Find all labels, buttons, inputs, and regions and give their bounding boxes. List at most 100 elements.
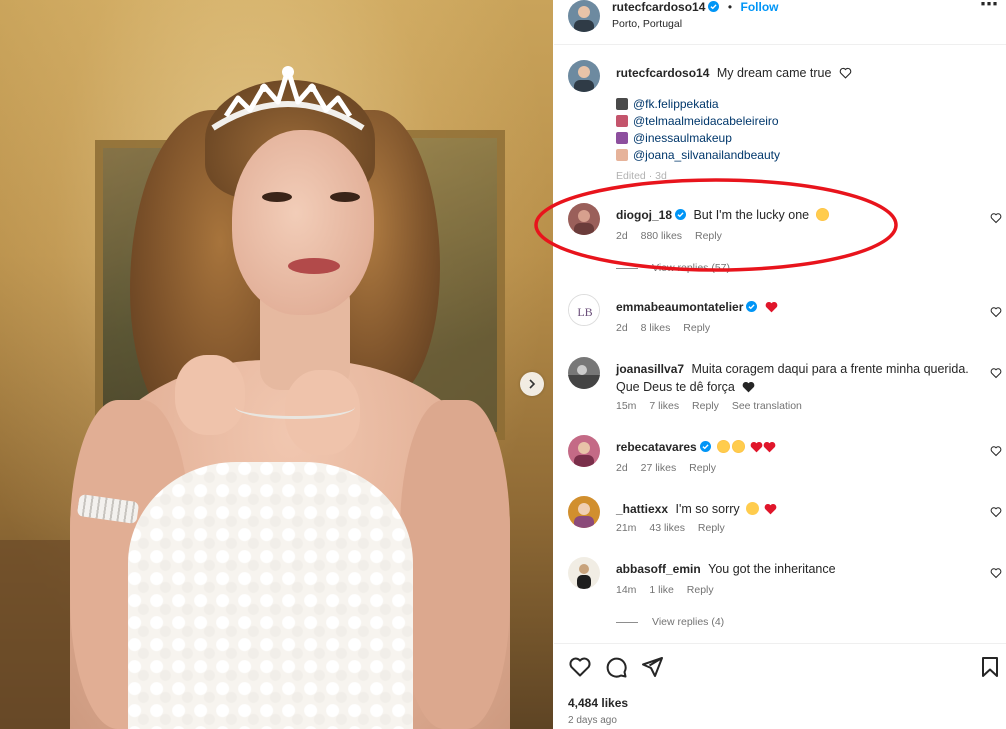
reply-button[interactable]: Reply	[683, 322, 710, 334]
header-username[interactable]: rutecfcardoso14	[612, 0, 705, 14]
view-replies-label[interactable]: View replies (4)	[652, 616, 724, 628]
caption-tag-3[interactable]: @inessaulmakeup	[616, 131, 732, 145]
comment-avatar[interactable]	[568, 357, 600, 389]
replies-line	[616, 621, 638, 623]
comment-text-line2: Que Deus te dê força	[616, 380, 735, 394]
photo-eye-left	[262, 192, 292, 202]
next-arrow-icon	[529, 379, 536, 389]
bookmark-icon[interactable]	[978, 655, 1002, 679]
like-comment-heart-icon[interactable]	[990, 445, 1002, 457]
comment-meta: 21m 43 likes Reply	[616, 522, 735, 534]
comment-username[interactable]: rebecatavares	[616, 440, 697, 454]
caption-avatar[interactable]	[568, 60, 600, 92]
tag-text[interactable]: @inessaulmakeup	[633, 131, 732, 145]
comment-likes[interactable]: 8 likes	[641, 322, 671, 334]
caption-line: rutecfcardoso14 My dream came true	[616, 64, 852, 82]
like-comment-heart-icon[interactable]	[990, 367, 1002, 379]
like-comment-heart-icon[interactable]	[990, 212, 1002, 224]
red-heart-emoji-icon	[764, 503, 776, 515]
like-count[interactable]: 4,484 likes	[568, 696, 628, 710]
caption-tag-4[interactable]: @joana_silvanailandbeauty	[616, 148, 780, 162]
comment-likes[interactable]: 1 like	[649, 584, 674, 596]
reply-button[interactable]: Reply	[687, 584, 714, 596]
caption-text: My dream came true	[716, 66, 832, 80]
comment-avatar[interactable]: LB	[568, 294, 600, 326]
camera-emoji-icon	[616, 98, 628, 110]
replies-line	[616, 267, 638, 269]
comment-username[interactable]: diogoj_18	[616, 208, 672, 222]
reply-button[interactable]: Reply	[692, 400, 719, 412]
tag-text[interactable]: @telmaalmeidacabeleireiro	[633, 114, 779, 128]
more-icon[interactable]: ⋯	[980, 0, 998, 15]
comment-avatar[interactable]	[568, 557, 600, 589]
comment-avatar[interactable]	[568, 496, 600, 528]
follow-button[interactable]: Follow	[740, 0, 778, 14]
photo-eye-right	[330, 192, 360, 202]
comment-time: 2d	[616, 230, 628, 242]
caption-username[interactable]: rutecfcardoso14	[616, 66, 709, 80]
makeup-emoji-icon	[616, 132, 628, 144]
comment-avatar[interactable]	[568, 435, 600, 467]
post-time-ago: 2 days ago	[568, 715, 617, 726]
comment-likes[interactable]: 880 likes	[641, 230, 682, 242]
red-heart-emoji-icon	[750, 441, 762, 453]
view-replies-label[interactable]: View replies (57)	[652, 262, 730, 274]
next-photo-button[interactable]	[520, 372, 544, 396]
caption-edited: Edited · 3d	[616, 170, 667, 182]
comment-time: 21m	[616, 522, 637, 534]
caption-tag-2[interactable]: @telmaalmeidacabeleireiro	[616, 114, 779, 128]
comment-time: 2d	[616, 462, 628, 474]
comment-meta: 14m 1 like Reply	[616, 584, 724, 596]
comment-text: But I'm the lucky one	[693, 208, 810, 222]
comment-meta: 2d 8 likes Reply	[616, 322, 720, 334]
caption-tag-1[interactable]: @fk.felippekatia	[616, 97, 719, 111]
share-icon[interactable]	[640, 655, 664, 679]
action-bar	[568, 655, 664, 679]
star-struck-emoji-icon	[815, 208, 829, 221]
comment-likes[interactable]: 27 likes	[641, 462, 677, 474]
post-photo[interactable]	[0, 0, 553, 729]
comment-username[interactable]: abbasoff_emin	[616, 562, 701, 576]
header-location[interactable]: Porto, Portugal	[612, 18, 682, 30]
comment-time: 14m	[616, 584, 637, 596]
comment-likes[interactable]: 7 likes	[649, 400, 679, 412]
photo-arm-right	[400, 400, 510, 729]
tag-text[interactable]: @fk.felippekatia	[633, 97, 719, 111]
red-heart-emoji-icon	[763, 441, 775, 453]
comment-text: You got the inheritance	[708, 562, 836, 576]
like-comment-heart-icon[interactable]	[990, 306, 1002, 318]
like-comment-heart-icon[interactable]	[990, 506, 1002, 518]
tiara-graphic	[211, 66, 365, 131]
photo-necklace	[235, 395, 355, 419]
verified-icon	[746, 301, 758, 312]
comment-username[interactable]: emmabeaumontatelier	[616, 300, 743, 314]
svg-text:LB: LB	[577, 305, 592, 319]
view-replies-button[interactable]: View replies (4)	[616, 616, 724, 628]
header-avatar[interactable]	[568, 0, 600, 32]
tag-text[interactable]: @joana_silvanailandbeauty	[633, 148, 780, 162]
photo-dress	[128, 462, 413, 729]
view-replies-button[interactable]: View replies (57)	[616, 262, 730, 274]
reply-button[interactable]: Reply	[698, 522, 725, 534]
comment-avatar[interactable]	[568, 203, 600, 235]
heart-outline-icon	[839, 67, 852, 79]
comment-username[interactable]: _hattiexx	[616, 502, 668, 516]
comment-icon[interactable]	[604, 655, 628, 679]
header-dot: •	[727, 0, 733, 14]
verified-icon	[675, 209, 687, 220]
see-translation-button[interactable]: See translation	[732, 400, 802, 412]
comment-meta: 2d 27 likes Reply	[616, 462, 726, 474]
comment-username[interactable]: joanasillva7	[616, 362, 684, 376]
reply-button[interactable]: Reply	[695, 230, 722, 242]
comment-meta: 15m 7 likes Reply See translation	[616, 400, 812, 412]
heart-icon[interactable]	[568, 655, 592, 679]
reply-button[interactable]: Reply	[689, 462, 716, 474]
comment-likes[interactable]: 43 likes	[649, 522, 685, 534]
header-user-row: rutecfcardoso14 • Follow	[612, 0, 778, 16]
comment-time: 2d	[616, 322, 628, 334]
like-comment-heart-icon[interactable]	[990, 567, 1002, 579]
sad-face-emoji-icon	[746, 502, 760, 515]
photo-doorway	[0, 540, 70, 729]
header-divider	[554, 44, 1006, 45]
star-struck-emoji-icon	[732, 440, 746, 453]
